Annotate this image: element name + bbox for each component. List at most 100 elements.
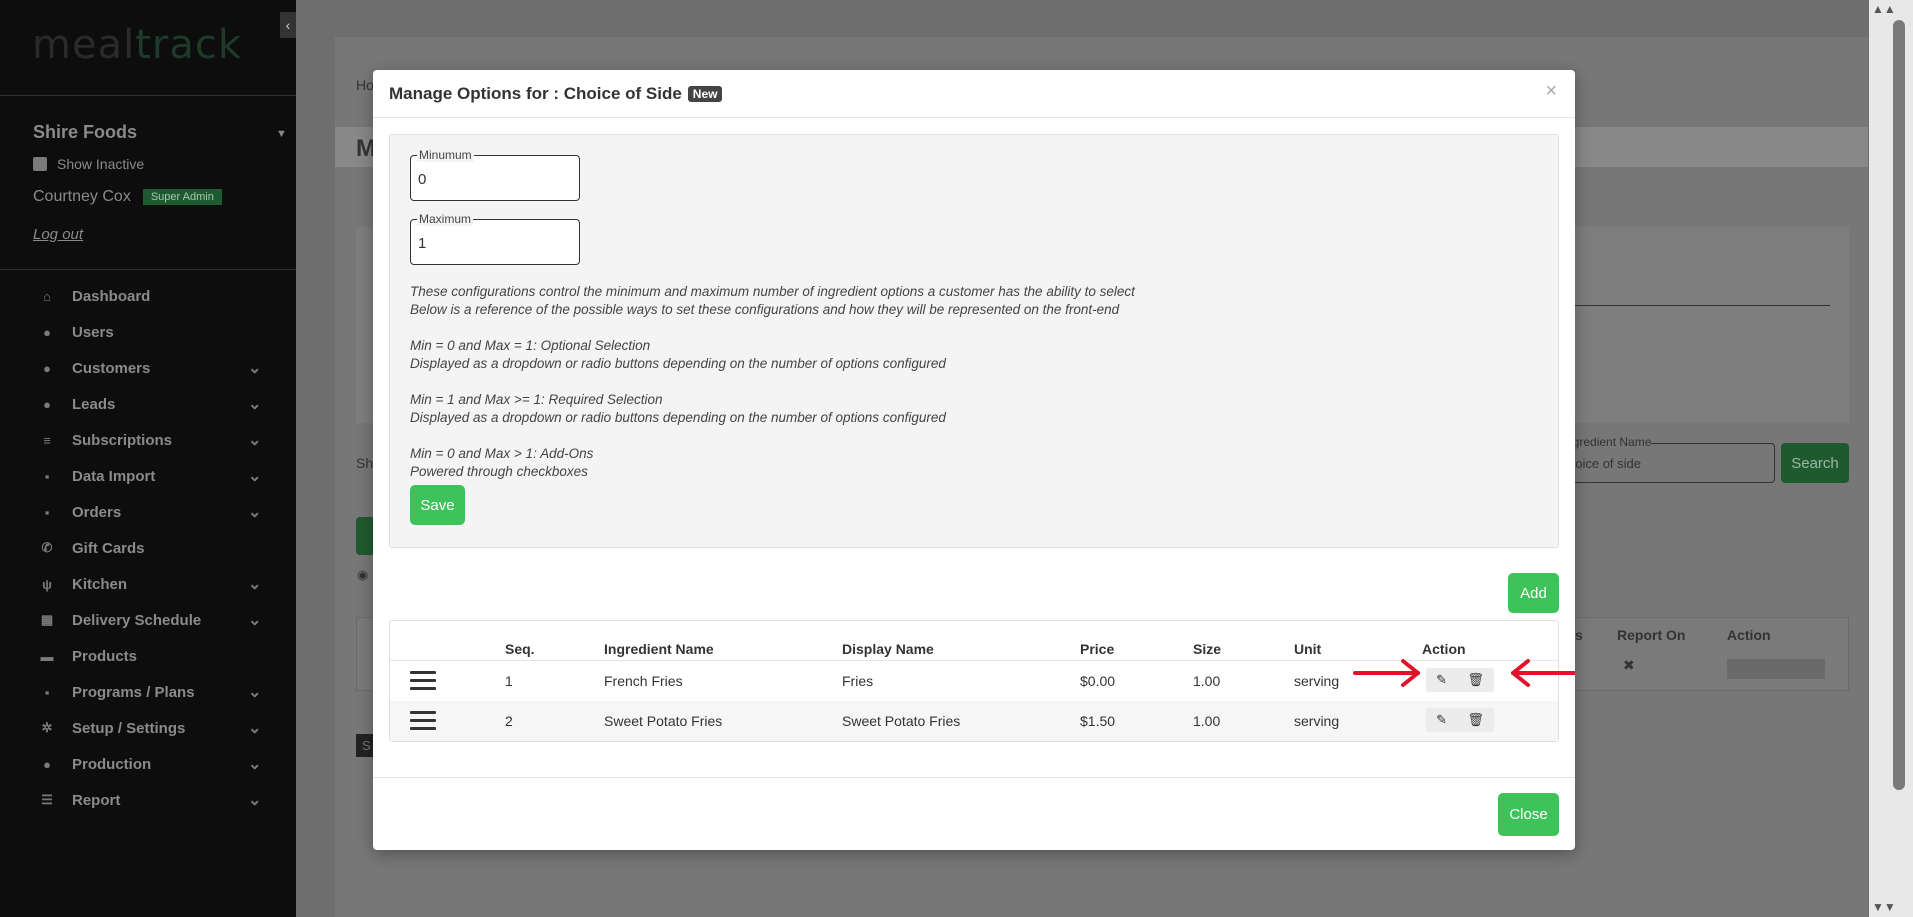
header-seq: Seq. <box>505 641 535 657</box>
home-icon: ⌂ <box>43 288 51 304</box>
sidebar-item-orders[interactable]: ▪ Orders ⌄ <box>0 494 296 530</box>
new-badge: New <box>687 85 723 102</box>
sidebar-item-programs-plans[interactable]: ▪ Programs / Plans ⌄ <box>0 674 296 710</box>
page-scrollbar[interactable] <box>1869 0 1913 917</box>
search-button[interactable]: Search <box>1781 443 1849 483</box>
sidebar-item-report[interactable]: ☰ Report ⌄ <box>0 782 296 818</box>
bg-action-header: Action <box>1727 627 1771 643</box>
help-line <box>410 319 1135 337</box>
sidebar-item-delivery-schedule[interactable]: ▦ Delivery Schedule ⌄ <box>0 602 296 638</box>
sidebar-item-label: Subscriptions <box>72 431 173 449</box>
sidebar-item-kitchen[interactable]: ψ Kitchen ⌄ <box>0 566 296 602</box>
sidebar-item-gift-cards[interactable]: ✆ Gift Cards <box>0 530 296 566</box>
cell-size: 1.00 <box>1193 713 1221 729</box>
bag-icon: ▪ <box>44 504 50 520</box>
show-inactive-checkbox[interactable] <box>33 157 47 171</box>
scrollbar-thumb[interactable] <box>1893 20 1905 790</box>
configuration-panel: Minumum Maximum These configurations con… <box>389 134 1559 548</box>
sidebar-item-customers[interactable]: ● Customers ⌄ <box>0 350 296 386</box>
cell-display-name: Sweet Potato Fries <box>842 713 961 729</box>
company-name[interactable]: Shire Foods <box>33 122 137 143</box>
close-button[interactable]: Close <box>1498 793 1559 836</box>
manage-options-modal: Manage Options for : Choice of Side New … <box>373 70 1575 850</box>
help-line: Powered through checkboxes <box>410 464 588 479</box>
configuration-help-text: These configurations control the minimum… <box>410 283 1135 481</box>
maximum-input[interactable] <box>418 235 568 252</box>
role-badge: Super Admin <box>142 189 222 205</box>
sidebar-item-leads[interactable]: ● Leads ⌄ <box>0 386 296 422</box>
sidebar-item-label: Customers <box>72 359 151 377</box>
sidebar-item-dashboard[interactable]: ⌂ Dashboard <box>0 278 296 314</box>
modal-header: Manage Options for : Choice of Side New … <box>373 70 1575 118</box>
help-line: Min = 0 and Max > 1: Add-Ons <box>410 446 594 461</box>
sidebar-collapse-button[interactable]: ‹ <box>280 12 296 38</box>
scroll-down-icon[interactable]: ▼▼ <box>1872 900 1896 914</box>
drag-handle-icon[interactable] <box>410 711 436 733</box>
calendar-icon: ▦ <box>40 612 54 627</box>
header-display-name: Display Name <box>842 641 934 657</box>
chevron-down-icon[interactable]: ⌄ <box>248 430 261 450</box>
cell-unit: serving <box>1294 673 1340 689</box>
help-line: Min = 1 and Max >= 1: Required Selection <box>410 392 663 407</box>
company-caret-icon[interactable]: ▼ <box>276 128 287 140</box>
cell-unit: serving <box>1294 713 1340 729</box>
cell-price: $1.50 <box>1080 713 1116 729</box>
chevron-down-icon[interactable]: ⌄ <box>248 754 261 774</box>
help-line: Displayed as a dropdown or radio buttons… <box>410 410 946 425</box>
cell-price: $0.00 <box>1080 673 1116 689</box>
chevron-down-icon[interactable]: ⌄ <box>248 610 261 630</box>
sidebar-item-label: Production <box>72 755 152 773</box>
delete-icon[interactable]: 🗑 <box>1467 712 1484 728</box>
sidebar-item-label: Delivery Schedule <box>72 611 202 629</box>
close-icon[interactable]: × <box>1545 80 1557 103</box>
help-line <box>410 373 1135 391</box>
sidebar-item-data-import[interactable]: ▪ Data Import ⌄ <box>0 458 296 494</box>
chevron-down-icon[interactable]: ⌄ <box>248 502 261 522</box>
sidebar-item-label: Products <box>72 647 138 665</box>
sidebar-item-products[interactable]: ▬ Products <box>0 638 296 674</box>
drag-handle-icon[interactable] <box>410 671 436 693</box>
chevron-down-icon[interactable]: ⌄ <box>248 718 261 738</box>
phone-icon: ✆ <box>41 540 53 555</box>
sidebar-item-label: Data Import <box>72 467 156 485</box>
edit-icon[interactable]: ✎ <box>1436 712 1447 728</box>
minimum-input[interactable] <box>418 171 568 188</box>
bg-report-on-header: Report On <box>1617 627 1686 643</box>
info-icon: ● <box>43 396 51 412</box>
chevron-down-icon[interactable]: ⌄ <box>248 574 261 594</box>
sidebar-item-setup-settings[interactable]: ✲ Setup / Settings ⌄ <box>0 710 296 746</box>
file-icon: ▪ <box>44 468 50 484</box>
maximum-field[interactable]: Maximum <box>410 212 580 265</box>
cell-size: 1.00 <box>1193 673 1221 689</box>
cell-seq: 2 <box>505 713 513 729</box>
header-size: Size <box>1193 641 1222 657</box>
header-price: Price <box>1080 641 1115 657</box>
chevron-down-icon[interactable]: ⌄ <box>248 358 261 378</box>
logout-link[interactable]: Log out <box>33 226 83 243</box>
radio-icon[interactable]: ◉ <box>357 567 368 583</box>
bg-action-buttons[interactable] <box>1727 659 1825 679</box>
sidebar-divider <box>0 95 296 96</box>
minimum-field[interactable]: Minumum <box>410 148 580 201</box>
sidebar-item-production[interactable]: ● Production ⌄ <box>0 746 296 782</box>
chevron-down-icon[interactable]: ⌄ <box>248 682 261 702</box>
chevron-down-icon[interactable]: ⌄ <box>248 394 261 414</box>
sidebar: mealtrack Shire Foods ▼ Show Inactive Co… <box>0 0 296 917</box>
list-icon: ☰ <box>41 792 53 807</box>
header-unit: Unit <box>1294 641 1322 657</box>
sidebar-item-subscriptions[interactable]: ≡ Subscriptions ⌄ <box>0 422 296 458</box>
chevron-down-icon[interactable]: ⌄ <box>248 790 261 810</box>
row-actions: ✎ 🗑 <box>1426 708 1494 732</box>
show-inactive-toggle[interactable]: Show Inactive <box>33 156 144 172</box>
scroll-up-icon[interactable]: ▲▲ <box>1872 2 1896 16</box>
user-name: Courtney Cox <box>33 188 131 205</box>
save-button[interactable]: Save <box>410 485 465 525</box>
sidebar-item-label: Setup / Settings <box>72 719 186 737</box>
ingredient-name-input[interactable]: ngredient Name hoice of side <box>1565 435 1775 483</box>
add-button[interactable]: Add <box>1508 573 1559 613</box>
sidebar-item-label: Orders <box>72 503 122 521</box>
chevron-down-icon[interactable]: ⌄ <box>248 466 261 486</box>
sidebar-item-users[interactable]: ● Users <box>0 314 296 350</box>
sidebar-item-label: Leads <box>72 395 116 413</box>
gear-icon: ✲ <box>41 720 53 735</box>
